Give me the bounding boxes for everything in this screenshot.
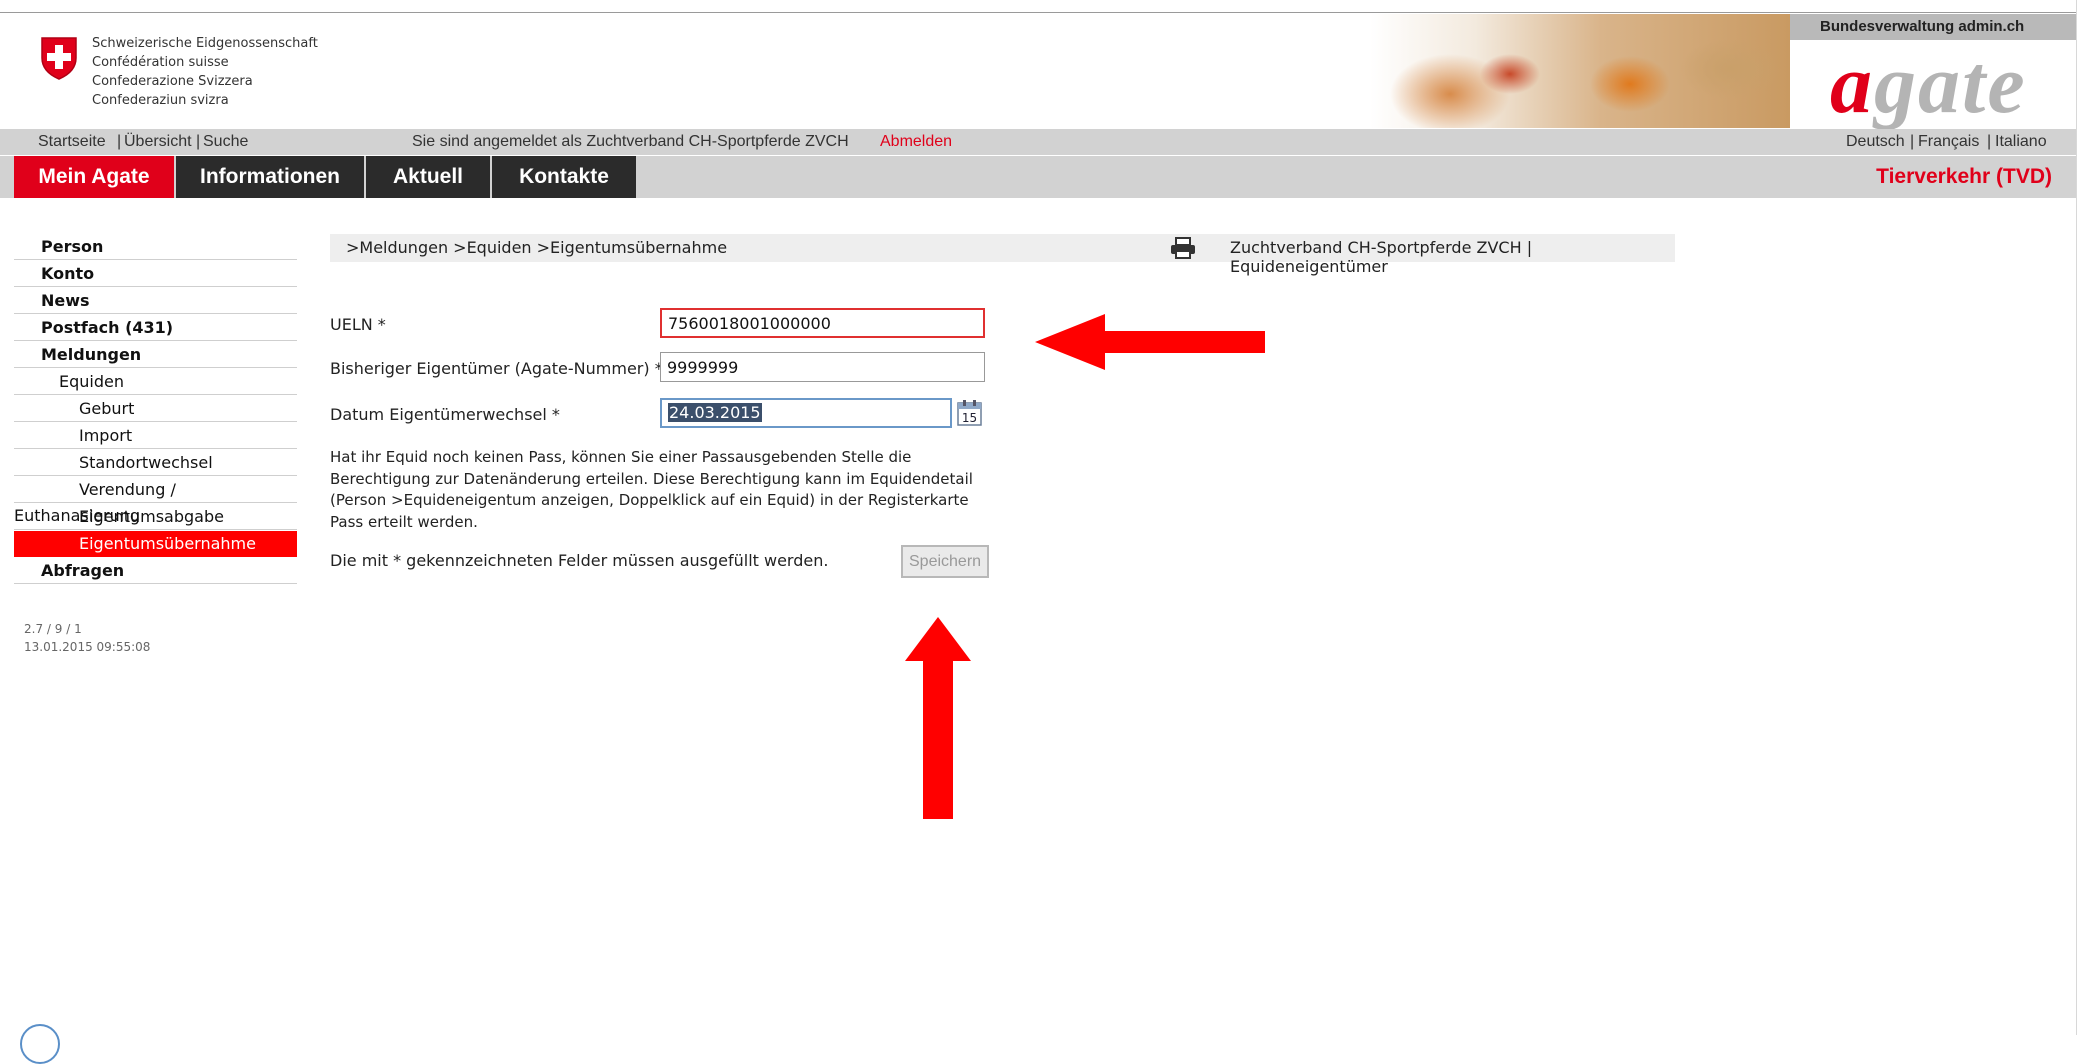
ueln-label: UELN *: [330, 315, 386, 334]
required-fields-note: Die mit * gekennzeichneten Felder müssen…: [330, 551, 829, 570]
version-number: 2.7 / 9 / 1: [24, 622, 82, 636]
sidebar-item-equiden[interactable]: Equiden: [14, 369, 297, 395]
tab-aktuell[interactable]: Aktuell: [366, 156, 490, 198]
pass-info-text: Hat ihr Equid noch keinen Pass, können S…: [330, 448, 973, 531]
agate-logo-rest: gate: [1874, 38, 2027, 131]
startseite-link[interactable]: Startseite: [38, 133, 106, 151]
tab-informationen[interactable]: Informationen: [176, 156, 364, 198]
logged-in-text: Sie sind angemeldet als Zuchtverband CH-…: [412, 133, 849, 150]
tierverkehr-label[interactable]: Tierverkehr (TVD): [1876, 165, 2052, 189]
taskbar-circle-icon: [20, 1024, 60, 1064]
header-food-photo: [1370, 14, 1790, 128]
federation-line-de: Schweizerische Eidgenossenschaft: [92, 36, 318, 51]
sidebar-item-postfach[interactable]: Postfach (431): [14, 315, 297, 341]
sidebar-item-konto[interactable]: Konto: [14, 261, 297, 287]
sidebar-item-abfragen[interactable]: Abfragen: [14, 558, 297, 584]
date-input[interactable]: 24.03.2015: [660, 398, 952, 428]
separator: |: [1987, 133, 1992, 150]
lang-it-link[interactable]: Italiano: [1995, 133, 2047, 151]
sidebar-item-meldungen[interactable]: Meldungen: [14, 342, 297, 368]
printer-icon[interactable]: [1170, 237, 1196, 259]
sidebar-item-news[interactable]: News: [14, 288, 297, 314]
lang-fr-link[interactable]: Français: [1918, 133, 1979, 151]
date-label: Datum Eigentümerwechsel *: [330, 405, 560, 424]
agate-logo[interactable]: agate: [1830, 36, 2027, 133]
federation-line-fr: Confédération suisse: [92, 55, 229, 70]
save-button[interactable]: Speichern: [901, 545, 989, 578]
separator: |: [1910, 133, 1915, 150]
annotation-arrow-up: [905, 617, 971, 819]
tab-kontakte[interactable]: Kontakte: [492, 156, 636, 198]
date-selected-value: 24.03.2015: [668, 403, 762, 422]
uebersicht-link[interactable]: Übersicht: [124, 133, 192, 151]
lang-de-link[interactable]: Deutsch: [1846, 133, 1905, 151]
swiss-coat-of-arms-icon: [41, 37, 77, 80]
calendar-icon[interactable]: 15: [957, 400, 982, 426]
version-info: 2.7 / 9 / 1 13.01.2015 09:55:08: [24, 620, 150, 656]
sidebar-item-standortwechsel[interactable]: Standortwechsel: [14, 450, 297, 476]
window-top: [0, 0, 2089, 12]
version-timestamp: 13.01.2015 09:55:08: [24, 640, 151, 654]
tab-mein-agate[interactable]: Mein Agate: [14, 156, 174, 198]
bundesverwaltung-link[interactable]: Bundesverwaltung admin.ch: [1820, 18, 2024, 35]
separator: |: [117, 133, 122, 150]
calendar-day-text: 15: [962, 411, 977, 425]
top-divider: [0, 12, 2089, 13]
sidebar-item-eigentumsuebernahme[interactable]: Eigentumsübernahme: [14, 531, 297, 557]
utility-bar: Startseite | Übersicht | Suche Sie sind …: [0, 129, 2076, 155]
sidebar: Person Konto News Postfach (431) Meldung…: [0, 234, 297, 594]
owner-number-input[interactable]: [660, 352, 985, 382]
logout-link[interactable]: Abmelden: [880, 133, 952, 151]
sidebar-item-verendung[interactable]: Verendung / Euthanasierung: [14, 477, 297, 525]
federation-line-rm: Confederaziun svizra: [92, 93, 229, 108]
breadcrumb: >Meldungen >Equiden >Eigentumsübernahme: [346, 238, 728, 257]
agate-logo-a: a: [1830, 38, 1874, 131]
breadcrumb-bar: >Meldungen >Equiden >Eigentumsübernahme …: [330, 234, 1675, 276]
sidebar-item-person[interactable]: Person: [14, 234, 297, 260]
sidebar-item-eigentumsabgabe[interactable]: Eigentumsabgabe: [14, 504, 297, 530]
federation-line-it: Confederazione Svizzera: [92, 74, 253, 89]
ueln-input[interactable]: [660, 308, 985, 338]
sidebar-item-geburt[interactable]: Geburt: [14, 396, 297, 422]
sidebar-item-import[interactable]: Import: [14, 423, 297, 449]
annotation-arrow-left: [1035, 314, 1265, 370]
user-role-label: Zuchtverband CH-Sportpferde ZVCH | Equid…: [1230, 238, 1533, 276]
suche-link[interactable]: Suche: [203, 133, 248, 151]
owner-label: Bisheriger Eigentümer (Agate-Nummer) *: [330, 359, 663, 378]
main-navigation: Mein Agate Informationen Aktuell Kontakt…: [0, 156, 2076, 198]
page-scrollbar[interactable]: [2076, 0, 2089, 1035]
separator: |: [196, 133, 201, 150]
